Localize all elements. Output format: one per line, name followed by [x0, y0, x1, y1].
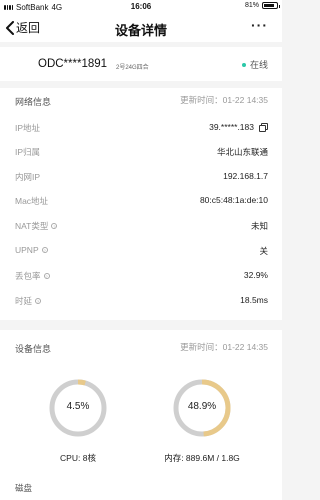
network-info-card: 网络信息 更新时间：01-22 14:35 IP地址 39.*****.183 …	[0, 88, 282, 320]
memory-percent: 48.9%	[187, 401, 217, 412]
row-value: 关	[259, 246, 268, 256]
row-label: IP地址	[15, 123, 41, 133]
row-value: 32.9%	[243, 270, 268, 280]
device-model: 2号24G四合	[116, 65, 149, 71]
help-icon[interactable]: ?	[35, 298, 42, 304]
cpu-label: CPU: 8核	[60, 453, 96, 463]
row-value-group: 39.*****.183	[209, 122, 268, 132]
online-dot-icon	[241, 62, 246, 67]
network-info-title: 网络信息	[15, 97, 52, 107]
row-nat: NAT类型 ? 未知	[15, 220, 268, 234]
row-label: 内网IP	[15, 172, 41, 182]
battery-fill	[264, 4, 274, 7]
help-icon[interactable]: ?	[51, 223, 58, 229]
row-latency: 时延 ? 18.5ms	[15, 295, 268, 309]
row-value: 80:c5:48:1a:de:10	[199, 195, 268, 205]
help-icon[interactable]: ?	[43, 273, 50, 279]
row-label: NAT类型	[15, 221, 49, 231]
row-value: 192.168.1.7	[223, 171, 268, 181]
status-right: 81%	[244, 2, 280, 9]
row-ip: IP地址 39.*****.183	[15, 122, 268, 136]
row-label: IP归属	[15, 147, 41, 157]
more-button[interactable]: ···	[251, 17, 268, 33]
device-info-card: 设备信息 更新时间：01-22 14:35 4.5% CPU: 8核 48.9%…	[0, 330, 282, 500]
status-text: 在线	[249, 60, 268, 70]
row-value: 华北山东联通	[216, 147, 268, 157]
memory-label: 内存: 889.6M / 1.8G	[164, 453, 240, 463]
status-bar: SoftBank 4G 16:06 81%	[0, 0, 282, 14]
disk-title: 磁盘	[15, 483, 33, 493]
device-header: ODC****1891 2号24G四合 在线	[0, 47, 282, 81]
row-label-group: 丢包率 ?	[15, 270, 50, 282]
network-updated-time: 更新时间：01-22 14:35	[180, 95, 268, 105]
row-lan-ip: 内网IP 192.168.1.7	[15, 171, 268, 185]
row-value: 39.*****.183	[209, 122, 254, 132]
cpu-gauge: 4.5%	[48, 378, 108, 438]
memory-gauge: 48.9%	[172, 378, 232, 438]
row-upnp: UPNP ? 关	[15, 245, 268, 259]
row-label: 丢包率	[15, 271, 41, 281]
help-icon[interactable]: ?	[41, 247, 48, 253]
row-label: Mac地址	[15, 196, 49, 206]
row-mac: Mac地址 80:c5:48:1a:de:10	[15, 195, 268, 209]
nav-bar: 返回 设备详情 ···	[0, 14, 282, 42]
row-label-group: NAT类型 ?	[15, 220, 58, 232]
battery-icon	[262, 2, 280, 9]
cpu-percent: 4.5%	[66, 401, 90, 412]
row-label: 时延	[15, 296, 33, 306]
row-value: 未知	[250, 221, 268, 231]
status-badge: 在线	[241, 58, 268, 71]
row-packet-loss: 丢包率 ? 32.9%	[15, 270, 268, 284]
page-title: 设备详情	[114, 23, 167, 38]
row-label: UPNP	[15, 245, 39, 255]
row-label-group: UPNP ?	[15, 245, 48, 255]
row-value: 18.5ms	[240, 295, 268, 305]
device-updated-time: 更新时间：01-22 14:35	[180, 342, 268, 352]
row-label-group: 时延 ?	[15, 295, 42, 307]
row-ip-location: IP归属 华北山东联通	[15, 146, 268, 160]
battery-percent: 81%	[244, 2, 259, 9]
device-info-title: 设备信息	[15, 344, 52, 354]
device-name: ODC****1891	[38, 58, 108, 70]
status-time: 16:06	[130, 2, 152, 11]
copy-icon[interactable]	[259, 122, 268, 132]
